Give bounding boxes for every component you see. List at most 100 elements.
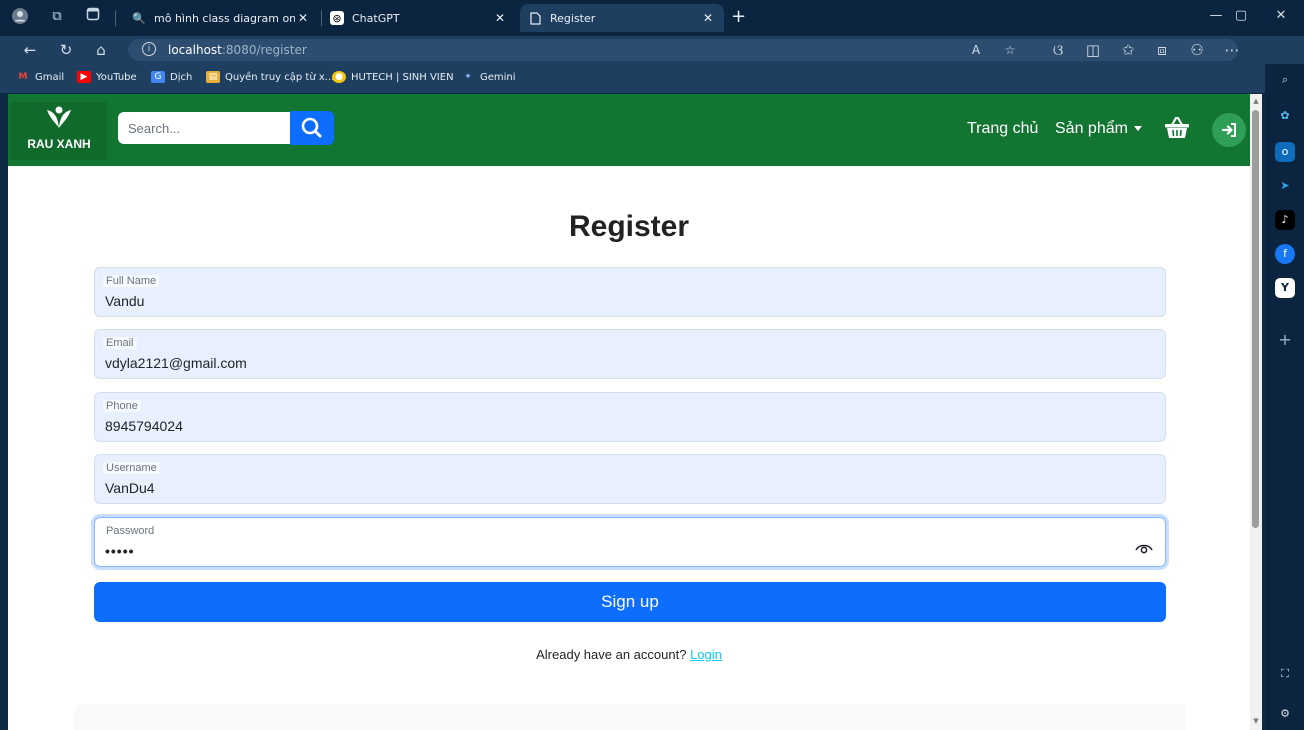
bookmark-youtube[interactable]: ▶ YouTube <box>77 71 137 83</box>
field-label: Email <box>103 337 137 349</box>
read-aloud-icon[interactable]: A <box>968 43 984 57</box>
page-viewport: RAU XANH Trang chủ Sản phẩm <box>8 94 1250 730</box>
leaf-logo-icon <box>47 106 71 128</box>
telegram-icon[interactable]: ➤ <box>1275 176 1295 196</box>
phone-field[interactable]: Phone 8945794024 <box>94 392 1166 442</box>
caret-down-icon <box>1133 126 1142 132</box>
field-label: Phone <box>103 400 141 412</box>
scrollbar-thumb[interactable] <box>1252 110 1259 528</box>
copilot-icon[interactable]: ✿ <box>1275 106 1295 126</box>
minimize-icon[interactable]: — <box>1206 8 1226 23</box>
add-icon[interactable]: + <box>1275 330 1295 350</box>
bookmark-gmail[interactable]: M Gmail <box>16 71 65 83</box>
bookmark-label: YouTube <box>96 71 137 83</box>
login-button[interactable] <box>1212 113 1246 147</box>
scroll-down-arrow-icon[interactable]: ▼ <box>1252 716 1260 726</box>
full-name-field[interactable]: Full Name Vandu <box>94 267 1166 317</box>
tab-label: ChatGPT <box>352 11 400 25</box>
basket-icon <box>1165 116 1189 138</box>
login-prompt-text: Already have an account? <box>536 647 687 662</box>
tiktok-icon[interactable]: ♪ <box>1275 210 1295 230</box>
bookmark-hutech[interactable]: ● HUTECH | SINH VIEN <box>332 71 454 83</box>
address-bar[interactable]: i localhost:8080/register A ☆ <box>128 39 1238 61</box>
email-field[interactable]: Email vdyla2121@gmail.com <box>94 329 1166 379</box>
tab-actions-icon[interactable] <box>83 7 103 27</box>
translate-icon: G <box>151 71 165 83</box>
page-favicon-icon <box>528 11 542 25</box>
tab-label: mô hình class diagram online - T <box>154 11 295 25</box>
site-header: RAU XANH Trang chủ Sản phẩm <box>8 94 1250 166</box>
new-tab-button[interactable]: + <box>731 8 746 26</box>
close-icon[interactable]: ✕ <box>295 11 311 25</box>
workspaces-icon[interactable]: ⧉ <box>47 7 67 27</box>
bookmark-label: Quyền truy cập từ x... <box>225 71 335 83</box>
copilot-ext-icon[interactable]: ଓ <box>1048 40 1068 60</box>
bookmark-translate[interactable]: G Dịch <box>151 71 192 83</box>
login-link[interactable]: Login <box>690 647 722 662</box>
page-scrollbar[interactable]: ▲ ▼ <box>1250 94 1262 730</box>
folder-icon: ▤ <box>206 71 220 83</box>
chatgpt-favicon-icon: ⊛ <box>330 11 344 25</box>
password-field[interactable]: Password ••••• <box>94 517 1166 567</box>
page-title: Register <box>568 210 690 243</box>
back-arrow-icon[interactable]: ← <box>20 40 40 60</box>
nav-products-label: Sản phẩm <box>1055 120 1128 137</box>
site-info-icon[interactable]: i <box>142 42 156 56</box>
more-options-icon[interactable]: ⋯ <box>1222 40 1242 60</box>
brand-name: RAU XANH <box>27 137 91 151</box>
facebook-icon[interactable]: f <box>1275 244 1295 264</box>
field-value: Vandu <box>105 293 145 309</box>
field-label: Full Name <box>103 275 160 287</box>
youtube-icon: ▶ <box>77 71 91 83</box>
address-toolbar: ← ↻ ⌂ i localhost:8080/register A ☆ ଓ ◫ … <box>0 36 1304 64</box>
close-icon[interactable]: ✕ <box>700 11 716 25</box>
search-icon[interactable]: ⌕ <box>1275 70 1295 90</box>
favorites-icon[interactable]: ✩ <box>1118 40 1138 60</box>
refresh-icon[interactable]: ↻ <box>56 40 76 60</box>
gmail-icon: M <box>18 72 28 82</box>
edge-sidebar: ⌕ ✿ o ➤ ♪ f Y + ⛶ ⚙ <box>1265 64 1304 730</box>
search-input[interactable] <box>118 112 290 144</box>
scroll-up-arrow-icon[interactable]: ▲ <box>1252 96 1260 106</box>
bookmark-access[interactable]: ▤ Quyền truy cập từ x... <box>206 71 334 83</box>
profile-avatar-icon[interactable] <box>10 7 30 27</box>
nav-home[interactable]: Trang chủ <box>967 120 1038 138</box>
gemini-icon: ✦ <box>464 72 472 82</box>
url-text: localhost:8080/register <box>168 43 307 57</box>
cart-button[interactable] <box>1164 116 1190 140</box>
tab-class-diagram[interactable]: 🔍 mô hình class diagram online - T ✕ <box>124 4 319 32</box>
nav-products-dropdown[interactable]: Sản phẩm <box>1055 120 1142 138</box>
collections-icon[interactable]: ⧈ <box>1152 40 1172 60</box>
screen-capture-icon[interactable]: ⛶ <box>1275 664 1295 684</box>
home-icon[interactable]: ⌂ <box>91 40 111 60</box>
extensions-icon[interactable]: ⚇ <box>1187 40 1207 60</box>
settings-gear-icon[interactable]: ⚙ <box>1275 704 1295 724</box>
tab-chatgpt[interactable]: ⊛ ChatGPT ✕ <box>322 4 516 32</box>
tab-register[interactable]: Register ✕ <box>520 4 724 32</box>
bookmark-label: Gmail <box>35 71 65 83</box>
browser-tab-bar: ⧉ 🔍 mô hình class diagram online - T ✕ ⊛… <box>0 0 1304 36</box>
bookmark-gemini[interactable]: ✦ Gemini <box>461 71 515 83</box>
window-close-icon[interactable]: ✕ <box>1271 8 1291 23</box>
field-label: Username <box>103 462 160 474</box>
field-value: 8945794024 <box>105 418 183 434</box>
favorite-star-icon[interactable]: ☆ <box>1002 43 1018 57</box>
close-icon[interactable]: ✕ <box>492 11 508 25</box>
search-button[interactable] <box>290 111 334 145</box>
search-favicon-icon: 🔍 <box>132 11 146 25</box>
search-icon <box>301 117 322 138</box>
login-prompt: Already have an account? Login <box>8 647 1250 662</box>
sign-up-button[interactable]: Sign up <box>94 582 1166 622</box>
url-path: :8080/register <box>221 43 307 57</box>
username-field[interactable]: Username VanDu4 <box>94 454 1166 504</box>
bookmark-label: Dịch <box>170 71 193 83</box>
outlook-icon[interactable]: o <box>1275 142 1295 162</box>
restore-icon[interactable]: ▢ <box>1231 8 1251 23</box>
show-password-eye-icon[interactable] <box>1135 540 1153 554</box>
app-icon[interactable]: Y <box>1275 278 1295 298</box>
split-screen-icon[interactable]: ◫ <box>1083 40 1103 60</box>
site-logo[interactable]: RAU XANH <box>11 102 107 160</box>
field-label: Password <box>103 525 158 537</box>
field-value: vdyla2121@gmail.com <box>105 355 247 371</box>
bookmark-label: HUTECH | SINH VIEN <box>351 71 454 83</box>
